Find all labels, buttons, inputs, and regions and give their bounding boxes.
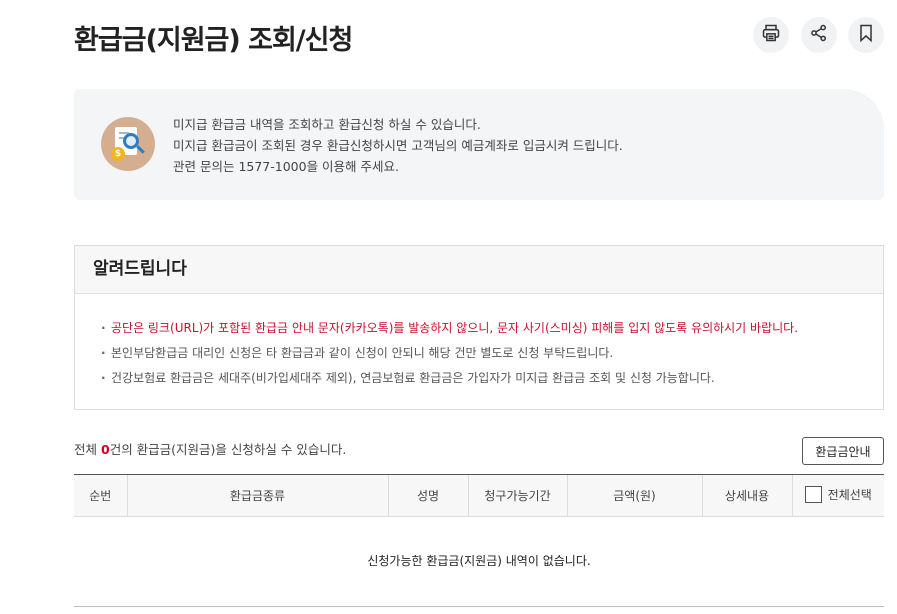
- select-all-checkbox[interactable]: 전체선택: [804, 485, 872, 503]
- search-document-coin-icon: $: [101, 117, 155, 171]
- printer-icon: [761, 23, 781, 47]
- share-icon: [809, 23, 829, 47]
- notice-item-warning: 공단은 링크(URL)가 포함된 환급금 안내 문자(카카오톡)를 발송하지 않…: [101, 316, 883, 341]
- column-header-name: 성명: [387, 474, 468, 517]
- summary-suffix: 건의 환급금(지원금)을 신청하실 수 있습니다.: [109, 442, 347, 457]
- bookmark-icon: [856, 23, 876, 47]
- share-button[interactable]: [801, 17, 837, 53]
- intro-line: 미지급 환급금이 조회된 경우 환급신청하시면 고객님의 예금계좌로 입금시켜 …: [173, 138, 623, 153]
- refund-table: 순번 환급금종류 성명 청구가능기간 금액(원) 상세내용 전체선택 신청가능한…: [74, 474, 884, 607]
- notice-item: 건강보험료 환급금은 세대주(비가입세대주 제외), 연금보험료 환급금은 가입…: [101, 366, 883, 391]
- result-summary: 전체 0건의 환급금(지원금)을 신청하실 수 있습니다.: [74, 439, 346, 458]
- bookmark-button[interactable]: [848, 17, 884, 53]
- print-button[interactable]: [753, 17, 789, 53]
- notice-title: 알려드립니다: [75, 246, 883, 294]
- summary-prefix: 전체: [74, 442, 101, 457]
- intro-line: 미지급 환급금 내역을 조회하고 환급신청 하실 수 있습니다.: [173, 117, 481, 132]
- intro-text: 미지급 환급금 내역을 조회하고 환급신청 하실 수 있습니다. 미지급 환급금…: [173, 114, 623, 177]
- checkbox-box[interactable]: [804, 485, 822, 503]
- refund-guide-button[interactable]: 환급금안내: [802, 437, 884, 465]
- empty-row: 신청가능한 환급금(지원금) 내역이 없습니다.: [74, 516, 884, 607]
- notice-box: 알려드립니다 공단은 링크(URL)가 포함된 환급금 안내 문자(카카오톡)를…: [74, 245, 884, 410]
- table-header-row: 순번 환급금종류 성명 청구가능기간 금액(원) 상세내용 전체선택: [74, 474, 884, 517]
- column-header-claim-period: 청구가능기간: [467, 474, 567, 517]
- select-all-header: 전체선택: [791, 474, 884, 517]
- intro-line: 관련 문의는 1577-1000을 이용해 주세요.: [173, 159, 400, 174]
- column-header-number: 순번: [74, 474, 127, 517]
- column-header-amount: 금액(원): [566, 474, 702, 517]
- notice-item: 본인부담환급금 대리인 신청은 타 환급금과 같이 신청이 안되니 해당 건만 …: [101, 341, 883, 366]
- empty-message: 신청가능한 환급금(지원금) 내역이 없습니다.: [74, 516, 884, 607]
- notice-list: 공단은 링크(URL)가 포함된 환급금 안내 문자(카카오톡)를 발송하지 않…: [75, 294, 883, 391]
- result-count: 0: [100, 442, 110, 457]
- intro-box: $ 미지급 환급금 내역을 조회하고 환급신청 하실 수 있습니다. 미지급 환…: [74, 89, 884, 200]
- column-header-refund-type: 환급금종류: [126, 474, 388, 517]
- column-header-details: 상세내용: [701, 474, 792, 517]
- select-all-label: 전체선택: [827, 487, 872, 502]
- page-title: 환급금(지원금) 조회/신청: [74, 25, 353, 56]
